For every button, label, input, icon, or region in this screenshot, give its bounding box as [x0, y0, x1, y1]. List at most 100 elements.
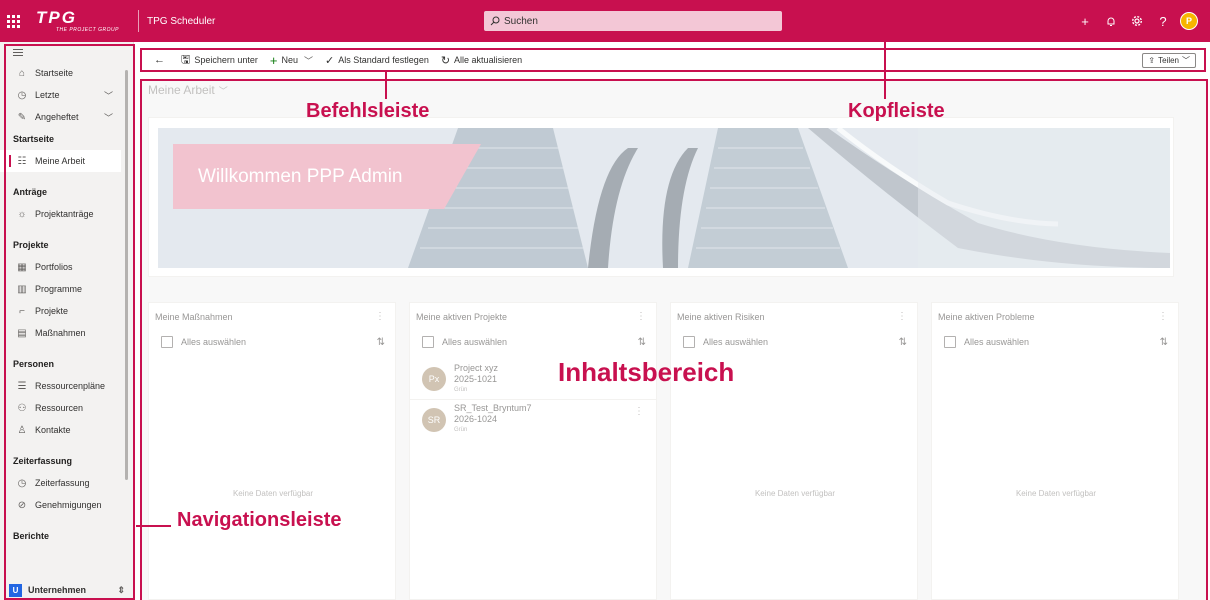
search-icon — [490, 16, 500, 26]
save-as-button[interactable]: 🖫 Speichern unter — [181, 51, 258, 70]
app-launcher-button[interactable] — [0, 0, 26, 42]
sidebar-item-ressourcen[interactable]: ⚇ Ressourcen — [0, 397, 133, 419]
user-avatar[interactable]: P — [1180, 12, 1198, 30]
project-name[interactable]: SR_Test_Bryntum7 — [454, 403, 532, 414]
sidebar-item-startseite[interactable]: ⌂ Startseite — [0, 62, 133, 84]
sidebar-item-label: Maßnahmen — [35, 328, 86, 338]
search-input[interactable]: Suchen — [484, 11, 782, 31]
plus-icon: + — [269, 52, 278, 68]
sidebar-item-programme[interactable]: ▥ Programme — [0, 278, 133, 300]
list-item[interactable]: SR SR_Test_Bryntum7 2026-1024 Grün ⋮ — [410, 399, 656, 439]
refresh-all-button[interactable]: ↻ Alle aktualisieren — [441, 54, 522, 67]
more-options-icon[interactable]: ⋮ — [1158, 311, 1168, 322]
select-all-checkbox[interactable] — [944, 336, 956, 348]
check-circle-icon: ⊘ — [17, 499, 27, 511]
sidebar-item-label: Ressourcenpläne — [35, 381, 106, 391]
chevron-down-icon[interactable]: ﹀ — [104, 111, 113, 124]
pin-icon: ✎ — [17, 111, 27, 123]
sidebar-section-title: Startseite — [13, 134, 55, 144]
sidebar-item-projektantraege[interactable]: ☼ Projektanträge — [0, 203, 133, 225]
new-label: Neu — [281, 55, 299, 65]
share-icon: ⇪ — [1148, 56, 1156, 65]
page-title-text: Meine Arbeit — [148, 83, 215, 97]
dashboard-cards: Meine Maßnahmen ⋮ Alles auswählen ⇅ Kein… — [148, 302, 1198, 600]
sidebar-scrollbar[interactable] — [125, 70, 128, 480]
sidebar-item-kontakte[interactable]: ♙ Kontakte — [0, 419, 133, 441]
help-icon[interactable]: ? — [1150, 8, 1176, 34]
select-all-row[interactable]: Alles auswählen ⇅ — [671, 331, 917, 353]
sidebar-item-letzte[interactable]: ◷ Letzte ﹀ — [0, 84, 133, 106]
select-all-row[interactable]: Alles auswählen ⇅ — [410, 331, 656, 353]
select-all-checkbox[interactable] — [683, 336, 695, 348]
welcome-hero-image: Willkommen PPP Admin — [158, 128, 1170, 268]
contact-icon: ♙ — [17, 424, 27, 436]
sidebar-item-label: Programme — [35, 284, 83, 294]
sidebar-item-label: Projekte — [35, 306, 69, 316]
card-header: Meine Maßnahmen ⋮ — [149, 303, 395, 331]
annotation-line-navigationsleiste — [136, 525, 171, 527]
sidebar-item-ressourcenplaene[interactable]: ☰ Ressourcenpläne — [0, 375, 133, 397]
measures-icon: ▤ — [17, 327, 27, 339]
chevron-updown-icon: ⇕ — [117, 584, 125, 595]
bell-icon[interactable] — [1098, 8, 1124, 34]
command-bar: ← 🖫 Speichern unter + Neu ﹀ ✓ Als Standa… — [140, 48, 1206, 72]
more-options-icon[interactable]: ⋮ — [634, 406, 644, 417]
share-button[interactable]: ⇪ Teilen ﹀ — [1142, 53, 1196, 68]
sort-icon[interactable]: ⇅ — [899, 337, 907, 348]
sidebar-item-portfolios[interactable]: ▦ Portfolios — [0, 256, 133, 278]
empty-state-text: Keine Daten verfügbar — [754, 489, 836, 498]
annotation-inhaltsbereich: Inhaltsbereich — [558, 357, 735, 387]
sidebar-item-angeheftet[interactable]: ✎ Angeheftet ﹀ — [0, 106, 133, 128]
welcome-text: Willkommen PPP Admin — [198, 165, 403, 187]
new-button[interactable]: + Neu ﹀ — [270, 53, 313, 68]
sidebar-section-title: Personen — [13, 359, 55, 369]
chevron-down-icon[interactable]: ﹀ — [304, 54, 313, 67]
resource-plan-icon: ☰ — [17, 380, 27, 392]
card-meine-massnahmen: Meine Maßnahmen ⋮ Alles auswählen ⇅ Kein… — [148, 302, 396, 600]
top-header-bar: TPG THE PROJECT GROUP TPG Scheduler Such… — [0, 0, 1210, 42]
sidebar-item-zeiterfassung[interactable]: ◷ Zeiterfassung — [0, 472, 133, 494]
plus-icon[interactable]: + — [1072, 8, 1098, 34]
gear-icon[interactable] — [1124, 8, 1150, 34]
sidebar-item-label: Projektanträge — [35, 209, 94, 219]
card-meine-aktiven-projekte: Meine aktiven Projekte ⋮ Alles auswählen… — [409, 302, 657, 600]
company-logo[interactable]: TPG THE PROJECT GROUP — [36, 4, 132, 38]
welcome-card: Willkommen PPP Admin — [148, 117, 1174, 277]
more-options-icon[interactable]: ⋮ — [897, 311, 907, 322]
sort-icon[interactable]: ⇅ — [377, 337, 385, 348]
chevron-down-icon[interactable]: ﹀ — [104, 89, 113, 102]
card-header: Meine aktiven Projekte ⋮ — [410, 303, 656, 331]
select-all-checkbox[interactable] — [161, 336, 173, 348]
more-options-icon[interactable]: ⋮ — [375, 311, 385, 322]
sidebar-item-genehmigungen[interactable]: ⊘ Genehmigungen — [0, 494, 133, 516]
empty-state-text: Keine Daten verfügbar — [232, 489, 314, 498]
back-button[interactable]: ← — [154, 54, 169, 66]
sidebar-item-projekte[interactable]: ⌐ Projekte — [0, 300, 133, 322]
select-all-row[interactable]: Alles auswählen ⇅ — [932, 331, 1178, 353]
logo-subtext: THE PROJECT GROUP — [56, 26, 119, 33]
sort-icon[interactable]: ⇅ — [638, 337, 646, 348]
set-default-button[interactable]: ✓ Als Standard festlegen — [325, 54, 429, 67]
app-title[interactable]: TPG Scheduler — [147, 16, 215, 27]
header-divider — [138, 10, 139, 32]
sidebar-item-massnahmen[interactable]: ▤ Maßnahmen — [0, 322, 133, 344]
card-title: Meine Maßnahmen — [155, 312, 233, 322]
refresh-icon: ↻ — [440, 54, 451, 67]
nav-collapse-button[interactable] — [0, 42, 133, 62]
select-all-label: Alles auswählen — [442, 337, 508, 347]
sidebar-item-label: Startseite — [35, 68, 74, 78]
area-switcher[interactable]: U Unternehmen ⇕ — [9, 580, 131, 600]
home-icon: ⌂ — [18, 67, 26, 79]
sidebar-item-label: Portfolios — [35, 262, 73, 272]
more-options-icon[interactable]: ⋮ — [636, 311, 646, 322]
project-name[interactable]: Project xyz — [454, 363, 498, 374]
card-title: Meine aktiven Probleme — [938, 312, 1035, 322]
select-all-checkbox[interactable] — [422, 336, 434, 348]
card-header: Meine aktiven Probleme ⋮ — [932, 303, 1178, 331]
select-all-row[interactable]: Alles auswählen ⇅ — [149, 331, 395, 353]
page-title[interactable]: Meine Arbeit ﹀ — [148, 83, 228, 97]
sort-icon[interactable]: ⇅ — [1160, 337, 1168, 348]
project-icon: ⌐ — [19, 305, 25, 317]
annotation-line-befehlsleiste-cap — [372, 70, 400, 72]
sidebar-item-meine-arbeit[interactable]: ☷ Meine Arbeit — [0, 150, 121, 172]
